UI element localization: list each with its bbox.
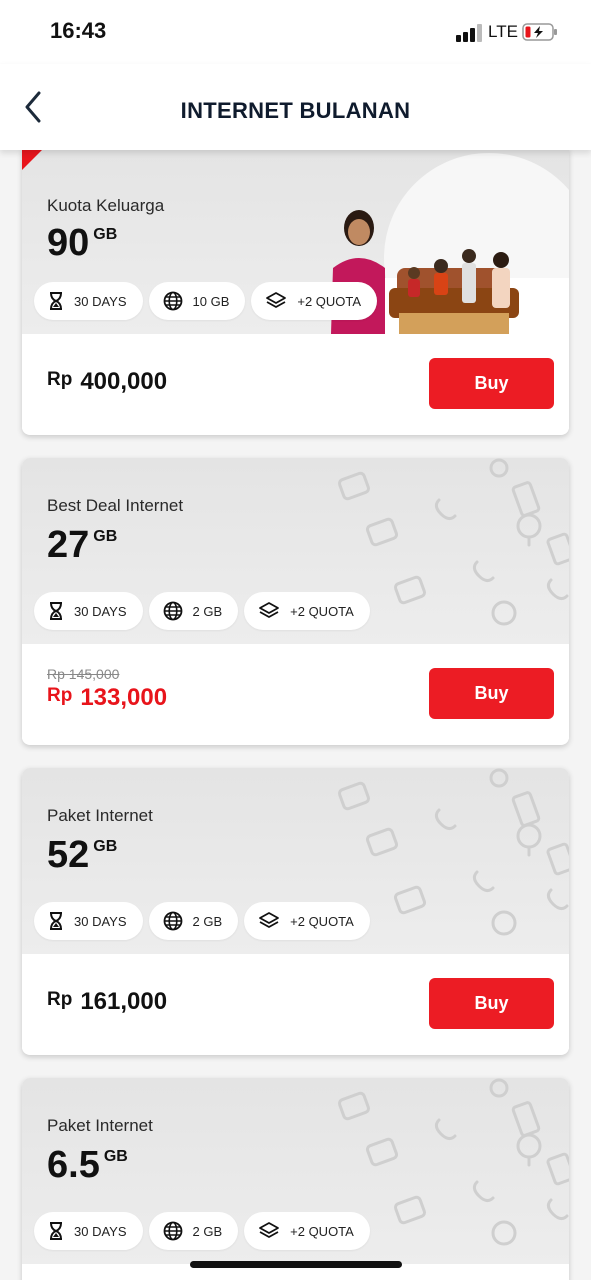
- globe-icon: [163, 291, 182, 311]
- package-size-unit: GB: [93, 838, 118, 855]
- buy-button[interactable]: Buy: [429, 978, 554, 1029]
- feature-duration: 30 DAYS: [34, 1212, 143, 1250]
- package-size-value: 52: [47, 834, 90, 876]
- feature-data-label: 2 GB: [192, 603, 223, 619]
- feature-quota: +2 QUOTA: [244, 592, 370, 630]
- package-card: Best Deal Internet 27 GB 30 DAYS 2 GB +2 …: [22, 458, 569, 745]
- battery-icon: [522, 23, 557, 41]
- package-size: 27 GB: [47, 524, 117, 567]
- status-bar: 16:43 LTE: [0, 0, 591, 64]
- feature-quota: +2 QUOTA: [251, 282, 378, 320]
- package-card: Paket Internet 6.5 GB 30 DAYS 2 GB +2 QUO…: [22, 1078, 569, 1280]
- buy-button[interactable]: Buy: [429, 668, 554, 719]
- home-indicator[interactable]: [190, 1261, 402, 1268]
- package-features: 30 DAYS 2 GB +2 QUOTA: [34, 592, 370, 630]
- package-size-value: 6.5: [47, 1144, 100, 1186]
- page-title: INTERNET BULANAN: [180, 98, 411, 123]
- card-footer: Rp 161,000 Buy: [22, 954, 569, 1054]
- package-size-unit: GB: [93, 528, 118, 545]
- feature-duration: 30 DAYS: [34, 592, 143, 630]
- package-size-unit: GB: [103, 1148, 128, 1165]
- package-card: Kuota Keluarga 90 GB 30 DAYS 10 GB +2 QUO…: [22, 148, 569, 435]
- price-amount: 400,000: [80, 368, 168, 395]
- feature-quota-label: +2 QUOTA: [290, 1223, 354, 1239]
- network-label: LTE: [488, 22, 518, 41]
- feature-data-label: 2 GB: [192, 913, 223, 929]
- price-currency: Rp: [47, 369, 73, 390]
- feature-quota: +2 QUOTA: [244, 902, 370, 940]
- package-name: Best Deal Internet: [47, 496, 184, 515]
- package-features: 30 DAYS 2 GB +2 QUOTA: [34, 902, 370, 940]
- hourglass-icon: [50, 912, 62, 930]
- package-price: Rp 400,000: [47, 368, 167, 396]
- package-size-value: 27: [47, 524, 90, 566]
- hourglass-icon: [50, 1222, 62, 1240]
- price-amount: 161,000: [80, 988, 168, 1015]
- feature-duration: 30 DAYS: [34, 902, 143, 940]
- original-price: Rp 145,000: [47, 666, 120, 682]
- feature-duration-label: 30 DAYS: [74, 603, 127, 619]
- globe-icon: [163, 601, 182, 621]
- feature-quota-label: +2 QUOTA: [290, 913, 354, 929]
- feature-data: 10 GB: [148, 282, 246, 320]
- layers-icon: [259, 912, 280, 928]
- feature-duration-label: 30 DAYS: [74, 1223, 127, 1239]
- package-size: 6.5 GB: [47, 1144, 128, 1187]
- promo-ribbon: [22, 148, 44, 170]
- package-size-value: 90: [47, 222, 90, 264]
- package-size: 52 GB: [47, 834, 117, 877]
- feature-data: 2 GB: [148, 902, 239, 940]
- feature-duration-label: 30 DAYS: [74, 293, 127, 309]
- feature-duration-label: 30 DAYS: [74, 913, 127, 929]
- feature-data-label: 10 GB: [192, 293, 230, 309]
- package-price: Rp 161,000: [47, 988, 167, 1016]
- package-size: 90 GB: [47, 222, 117, 265]
- layers-icon: [259, 602, 280, 618]
- status-time: 16:43: [50, 18, 107, 43]
- package-card: Paket Internet 52 GB 30 DAYS 2 GB +2 QUOT…: [22, 768, 569, 1055]
- feature-data: 2 GB: [148, 592, 239, 630]
- feature-quota-label: +2 QUOTA: [297, 293, 362, 309]
- buy-button[interactable]: Buy: [429, 358, 554, 409]
- card-footer: Rp 400,000 Buy: [22, 334, 569, 434]
- package-size-unit: GB: [93, 226, 118, 243]
- feature-quota: +2 QUOTA: [244, 1212, 370, 1250]
- feature-data-label: 2 GB: [192, 1223, 223, 1239]
- feature-quota-label: +2 QUOTA: [290, 603, 354, 619]
- package-price: Rp 133,000: [47, 684, 167, 712]
- layers-icon: [259, 1222, 280, 1238]
- card-footer: Rp 145,000 Rp 133,000 Buy: [22, 644, 569, 744]
- feature-duration: 30 DAYS: [34, 282, 143, 320]
- price-currency: Rp: [47, 989, 73, 1010]
- package-name: Paket Internet: [47, 806, 153, 825]
- package-features: 30 DAYS 2 GB +2 QUOTA: [34, 1212, 370, 1250]
- package-features: 30 DAYS 10 GB +2 QUOTA: [34, 282, 378, 320]
- signal-icon: [456, 22, 484, 42]
- layers-icon: [266, 292, 287, 308]
- hourglass-icon: [50, 292, 62, 310]
- package-name: Paket Internet: [47, 1116, 153, 1135]
- feature-data: 2 GB: [148, 1212, 239, 1250]
- price-amount: 133,000: [80, 684, 168, 711]
- globe-icon: [163, 911, 182, 931]
- price-currency: Rp: [47, 685, 73, 706]
- package-name: Kuota Keluarga: [47, 196, 165, 215]
- app-header: INTERNET BULANAN: [0, 64, 591, 150]
- globe-icon: [163, 1221, 182, 1241]
- hourglass-icon: [50, 602, 62, 620]
